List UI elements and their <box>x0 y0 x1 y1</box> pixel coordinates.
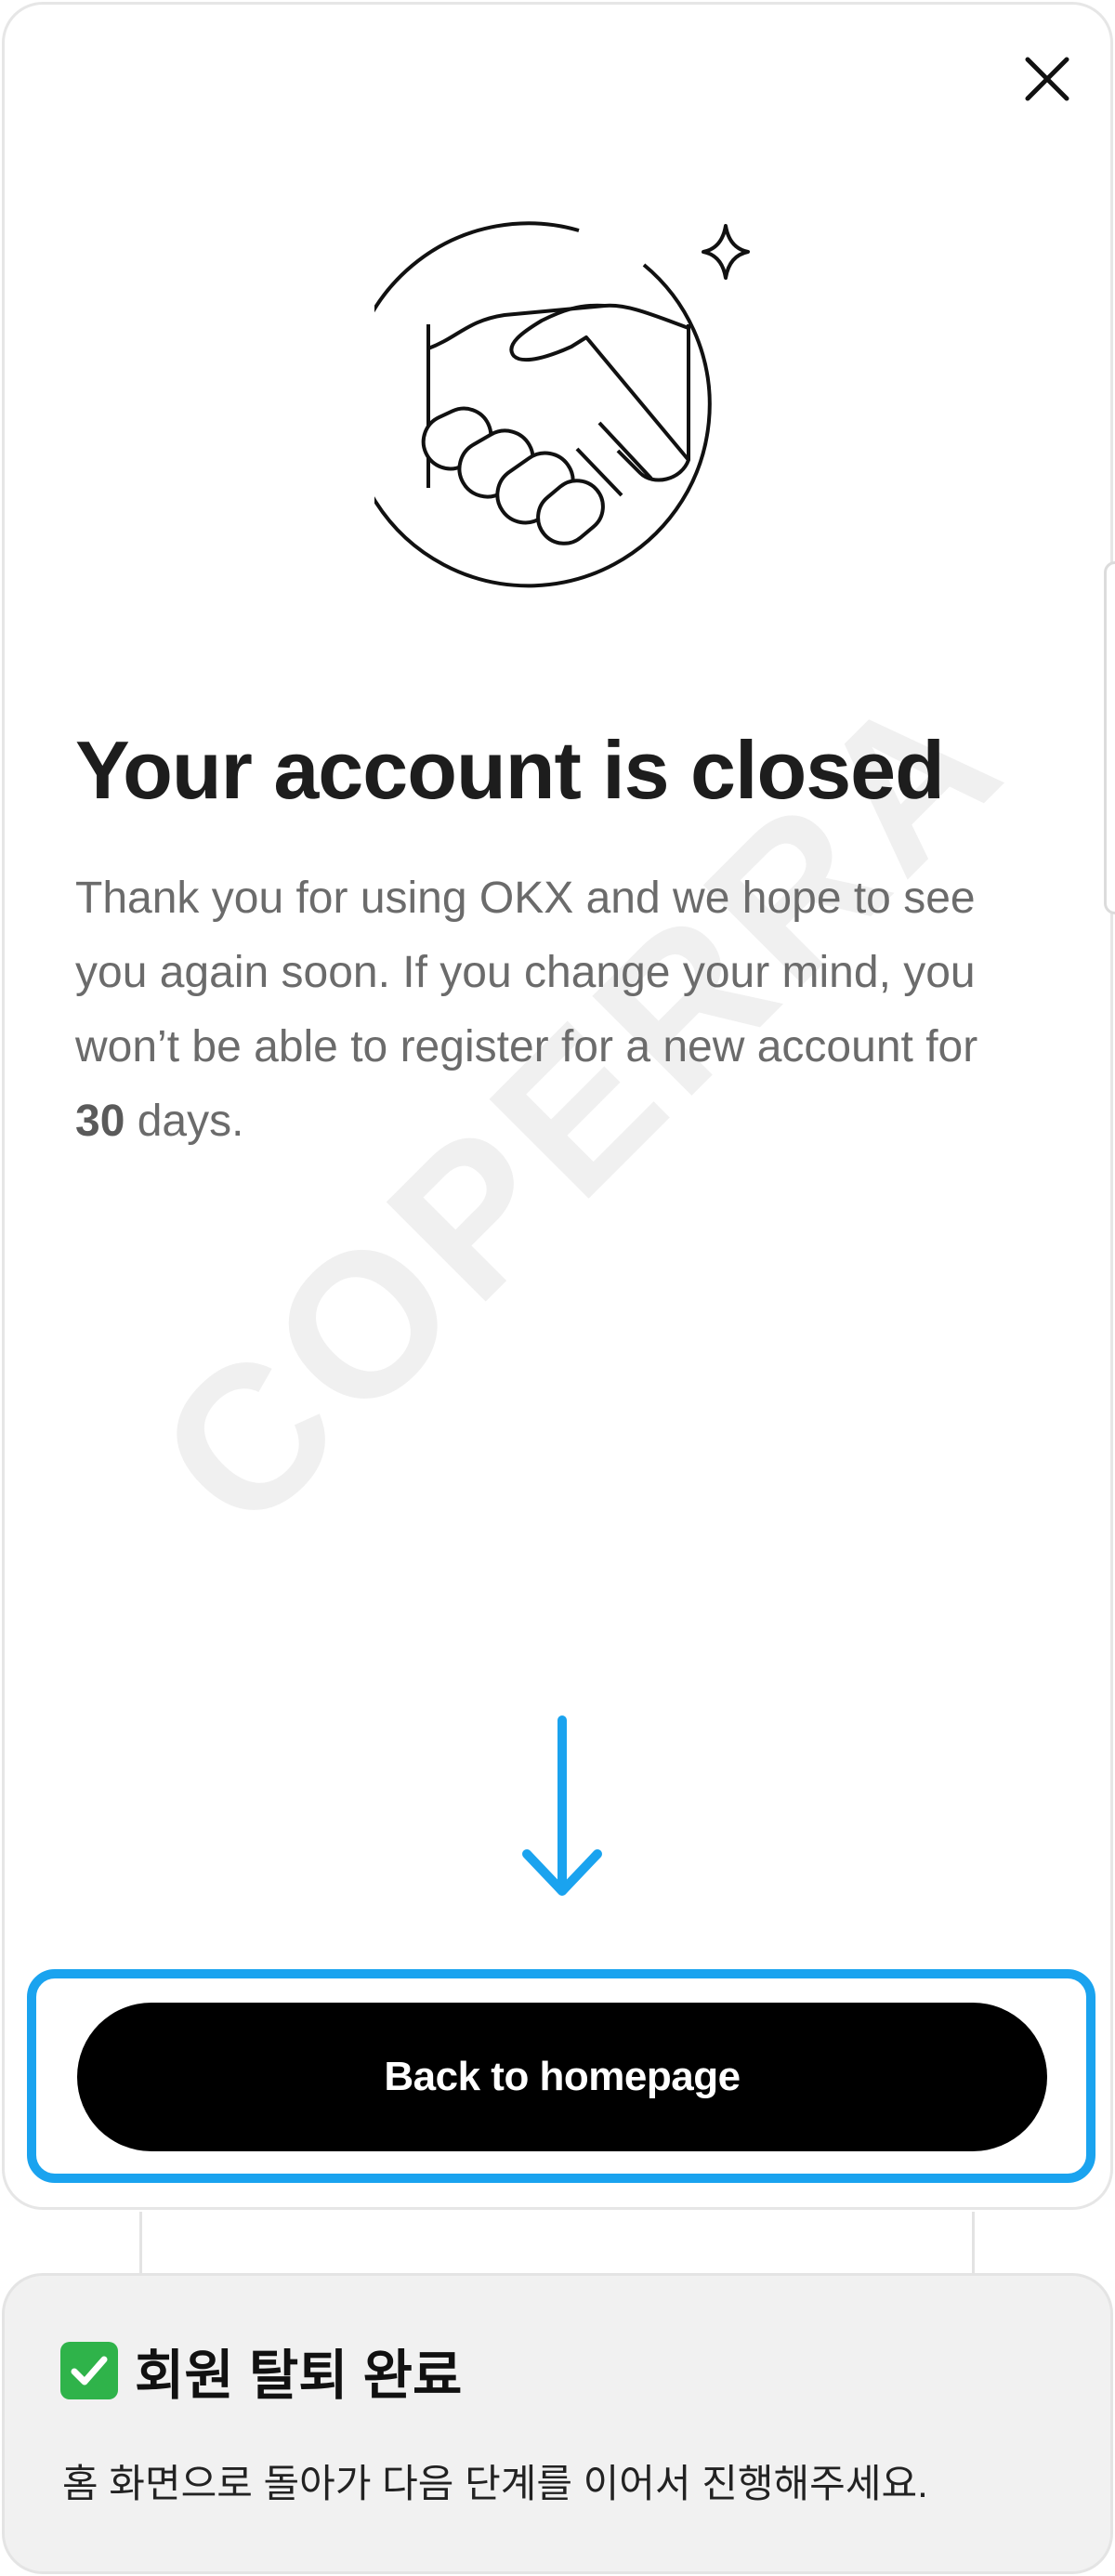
account-closed-dialog: COPERRA Your account is closed Thank you… <box>2 2 1113 2210</box>
closure-description: Thank you for using OKX and we hope to s… <box>75 861 1014 1159</box>
annotation-title-text: 회원 탈퇴 완료 <box>135 2346 463 2406</box>
connector-line <box>139 2212 142 2277</box>
scroll-edge <box>1104 561 1115 914</box>
annotation-title: 회원 탈퇴 완료 <box>60 2332 462 2410</box>
handshake-illustration <box>374 221 750 588</box>
back-to-homepage-button[interactable]: Back to homepage <box>77 2003 1047 2151</box>
page-title: Your account is closed <box>75 724 945 816</box>
description-suffix: days. <box>125 1097 244 1146</box>
connector-line <box>972 2212 975 2277</box>
annotation-description: 홈 화면으로 돌아가 다음 단계를 이어서 진행해주세요. <box>62 2462 928 2505</box>
arrow-down-icon <box>522 1715 602 1896</box>
annotation-card: 회원 탈퇴 완료 홈 화면으로 돌아가 다음 단계를 이어서 진행해주세요. <box>2 2273 1113 2574</box>
description-text: Thank you for using OKX and we hope to s… <box>75 874 978 1071</box>
sparkle-icon <box>702 224 750 280</box>
close-button[interactable] <box>1017 49 1077 109</box>
check-mark-icon <box>60 2342 118 2399</box>
days-count: 30 <box>75 1097 125 1146</box>
close-icon <box>1025 57 1069 101</box>
